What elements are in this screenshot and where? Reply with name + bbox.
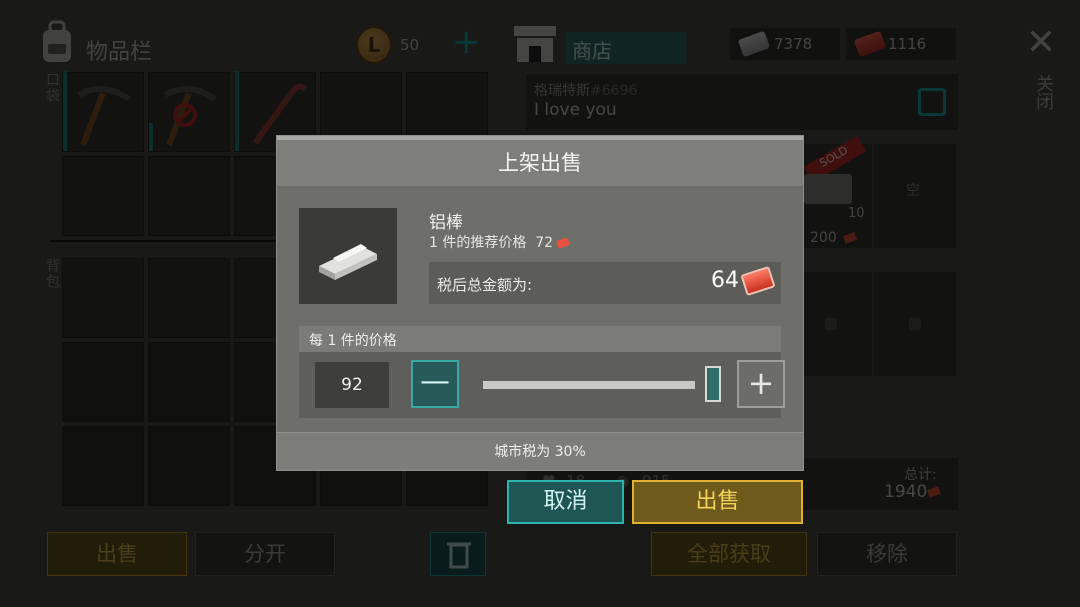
after-tax-total: 税后总金额为: 64 — [429, 262, 781, 304]
item-name: 铝棒 — [429, 213, 463, 233]
after-tax-label: 税后总金额为: — [437, 276, 533, 294]
aluminum-bar-icon — [319, 244, 377, 280]
red-ticket-icon — [740, 265, 776, 297]
price-panel: 每 1 件的价格 92 — + — [299, 326, 785, 418]
price-slider-thumb[interactable] — [705, 366, 721, 402]
item-image — [299, 208, 397, 304]
after-tax-value: 64 — [711, 268, 739, 293]
sell-dialog: 上架出售 铝棒 1 件的推荐价格 72 税后总金额为: 64 每 1 件的价格 … — [276, 135, 804, 471]
price-input[interactable]: 92 — [315, 362, 389, 408]
per-item-label: 每 1 件的价格 — [299, 326, 781, 352]
confirm-sell-button[interactable]: 出售 — [632, 480, 803, 524]
recommended-price: 1 件的推荐价格 72 — [429, 232, 571, 252]
rec-price-value: 72 — [535, 235, 554, 251]
dialog-title: 上架出售 — [277, 136, 803, 186]
ticket-icon — [556, 237, 571, 249]
city-tax-note: 城市税为 30% — [277, 432, 803, 470]
decrease-price-button[interactable]: — — [411, 360, 459, 408]
cancel-button[interactable]: 取消 — [507, 480, 624, 524]
rec-price-label: 1 件的推荐价格 — [429, 235, 527, 251]
increase-price-button[interactable]: + — [737, 360, 785, 408]
price-slider-track[interactable] — [483, 381, 695, 389]
